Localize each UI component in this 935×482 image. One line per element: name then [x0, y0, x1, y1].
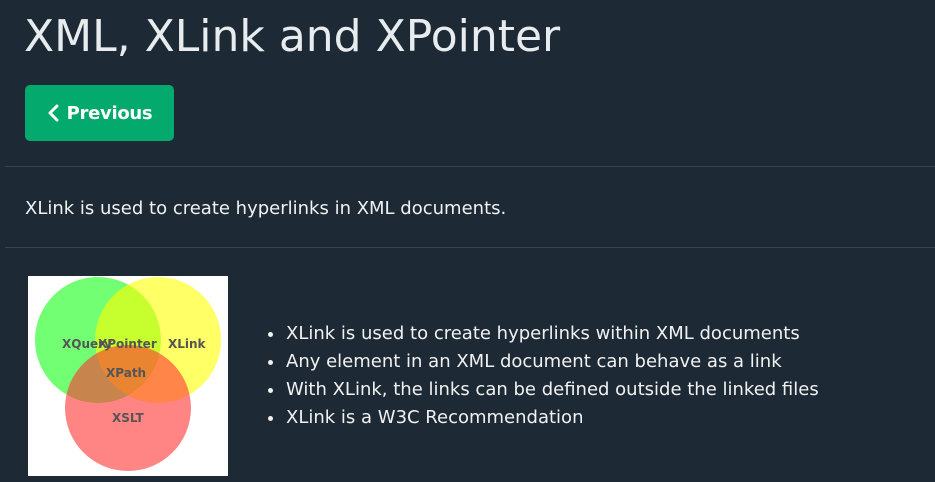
previous-button-label: Previous [66, 102, 153, 124]
list-item: XLink is used to create hyperlinks withi… [264, 320, 819, 348]
list-item: XLink is a W3C Recommendation [264, 404, 819, 432]
xpath-label: XPath [106, 366, 146, 380]
page-title: XML, XLink and XPointer [24, 11, 561, 62]
list-item: Any element in an XML document can behav… [264, 348, 819, 376]
xlink-label: XLink [168, 337, 207, 351]
divider [5, 247, 935, 248]
xslt-circle [65, 345, 191, 471]
intro-text: XLink is used to create hyperlinks in XM… [25, 198, 507, 219]
divider [5, 166, 935, 167]
feature-list: XLink is used to create hyperlinks withi… [264, 320, 819, 432]
xml-technologies-venn-diagram: XQuery XPointer XLink XPath XSLT [28, 276, 228, 476]
page: XML, XLink and XPointer Previous XLink i… [0, 0, 935, 482]
xslt-label: XSLT [112, 411, 145, 425]
list-item: With XLink, the links can be defined out… [264, 376, 819, 404]
previous-button[interactable]: Previous [25, 85, 174, 141]
chevron-left-icon [48, 104, 59, 122]
xpointer-label: XPointer [98, 337, 157, 351]
venn-diagram-svg: XQuery XPointer XLink XPath XSLT [35, 277, 221, 471]
